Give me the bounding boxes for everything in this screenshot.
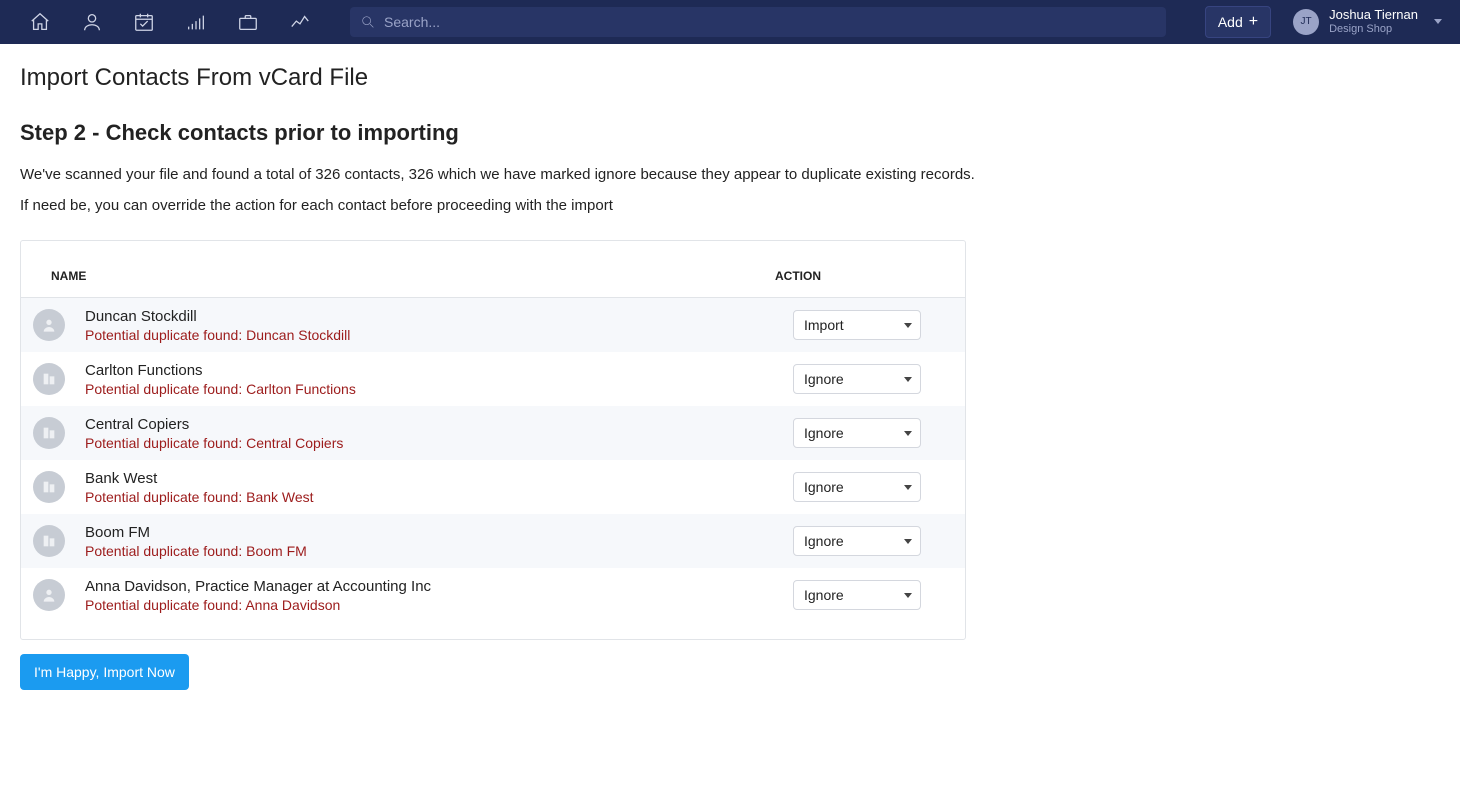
chevron-down-icon (904, 485, 912, 490)
chevron-down-icon (904, 431, 912, 436)
chevron-down-icon (904, 593, 912, 598)
people-icon[interactable] (70, 0, 114, 44)
chevron-down-icon (904, 377, 912, 382)
table-header: NAME ACTION (21, 241, 965, 298)
page-body: Import Contacts From vCard File Step 2 -… (0, 44, 1460, 710)
action-dropdown[interactable]: Import (793, 310, 921, 340)
action-value: Ignore (804, 479, 844, 495)
table-rows: Duncan Stockdill Potential duplicate foun… (21, 298, 965, 634)
table-row: Duncan Stockdill Potential duplicate foun… (21, 298, 965, 352)
organisation-icon (33, 471, 65, 503)
table-row: Anna Davidson, Practice Manager at Accou… (21, 568, 965, 622)
pipeline-icon[interactable] (174, 0, 218, 44)
table-row: Bank West Potential duplicate found: Bank… (21, 460, 965, 514)
contact-name: Anna Davidson, Practice Manager at Accou… (85, 578, 793, 595)
duplicate-warning: Potential duplicate found: Boom FM (85, 543, 793, 559)
reports-icon[interactable] (278, 0, 322, 44)
step-description-1: We've scanned your file and found a tota… (20, 166, 1440, 183)
duplicate-warning: Potential duplicate found: Central Copie… (85, 435, 793, 451)
user-menu[interactable]: JT Joshua Tiernan Design Shop (1293, 8, 1442, 36)
user-org: Design Shop (1329, 23, 1418, 36)
plus-icon: + (1249, 14, 1258, 30)
duplicate-warning: Potential duplicate found: Bank West (85, 489, 793, 505)
action-value: Ignore (804, 587, 844, 603)
duplicate-warning: Potential duplicate found: Duncan Stockd… (85, 327, 793, 343)
person-icon (33, 579, 65, 611)
duplicate-warning: Potential duplicate found: Anna Davidson (85, 597, 793, 613)
duplicate-warning: Potential duplicate found: Carlton Funct… (85, 381, 793, 397)
cases-icon[interactable] (226, 0, 270, 44)
organisation-icon (33, 363, 65, 395)
top-nav: Add + JT Joshua Tiernan Design Shop (0, 0, 1460, 44)
chevron-down-icon (1434, 19, 1442, 24)
contact-name: Boom FM (85, 524, 793, 541)
action-value: Ignore (804, 533, 844, 549)
action-dropdown[interactable]: Ignore (793, 418, 921, 448)
table-row: Boom FM Potential duplicate found: Boom F… (21, 514, 965, 568)
import-now-button[interactable]: I'm Happy, Import Now (20, 654, 189, 690)
table-row: Central Copiers Potential duplicate found… (21, 406, 965, 460)
action-value: Ignore (804, 371, 844, 387)
chevron-down-icon (904, 323, 912, 328)
add-button[interactable]: Add + (1205, 6, 1271, 38)
organisation-icon (33, 525, 65, 557)
search-icon (360, 14, 376, 30)
step-title: Step 2 - Check contacts prior to importi… (20, 120, 1440, 146)
col-name: NAME (51, 269, 775, 283)
step-description-2: If need be, you can override the action … (20, 197, 1440, 214)
contact-name: Bank West (85, 470, 793, 487)
col-action: ACTION (775, 269, 935, 283)
action-value: Import (804, 317, 844, 333)
action-dropdown[interactable]: Ignore (793, 526, 921, 556)
contacts-panel: NAME ACTION Duncan Stockdill Potential du… (20, 240, 966, 640)
action-dropdown[interactable]: Ignore (793, 580, 921, 610)
calendar-icon[interactable] (122, 0, 166, 44)
organisation-icon (33, 417, 65, 449)
chevron-down-icon (904, 539, 912, 544)
search-box[interactable] (350, 7, 1166, 37)
person-icon (33, 309, 65, 341)
home-icon[interactable] (18, 0, 62, 44)
action-value: Ignore (804, 425, 844, 441)
contact-name: Duncan Stockdill (85, 308, 793, 325)
avatar: JT (1293, 9, 1319, 35)
user-name: Joshua Tiernan (1329, 8, 1418, 23)
action-dropdown[interactable]: Ignore (793, 472, 921, 502)
table-row: Carlton Functions Potential duplicate fou… (21, 352, 965, 406)
contact-name: Central Copiers (85, 416, 793, 433)
contact-name: Carlton Functions (85, 362, 793, 379)
page-title: Import Contacts From vCard File (20, 64, 1440, 92)
action-dropdown[interactable]: Ignore (793, 364, 921, 394)
add-label: Add (1218, 14, 1243, 30)
search-input[interactable] (384, 14, 1156, 30)
